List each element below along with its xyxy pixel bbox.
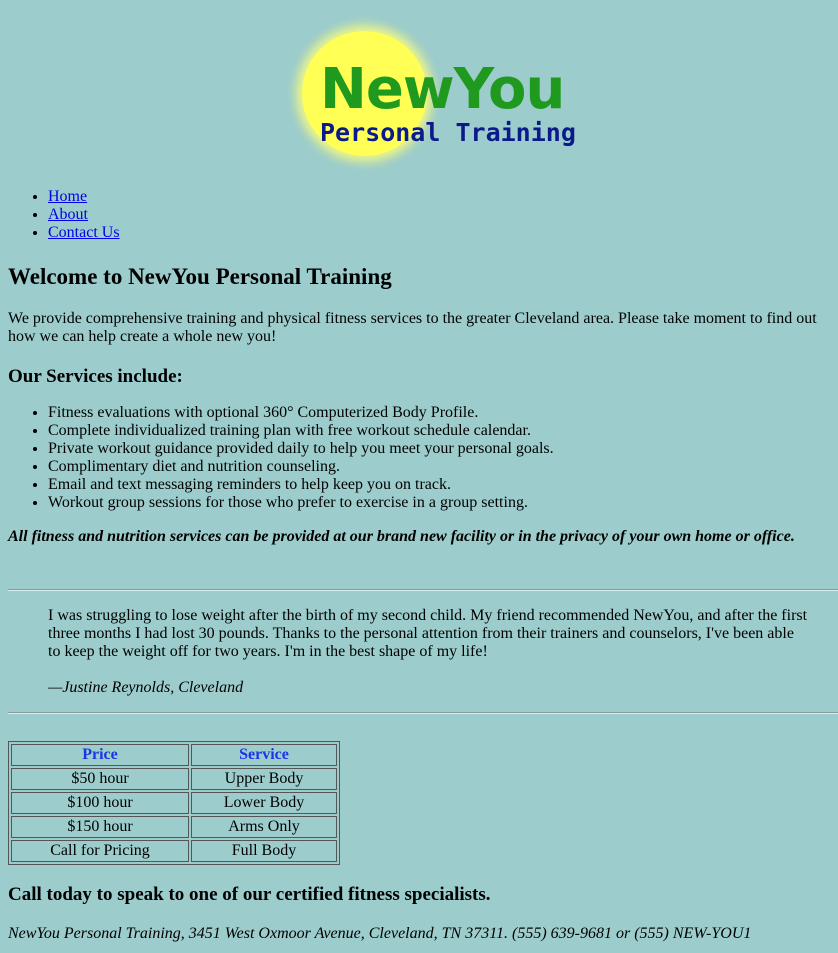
price-column-header: Price (11, 744, 189, 766)
table-row: Call for Pricing Full Body (11, 840, 337, 862)
logo-name: NewYou (320, 57, 565, 122)
table-header-row: Price Service (11, 744, 337, 766)
nav-item-home: Home (48, 188, 120, 206)
service-cell: Lower Body (191, 792, 337, 814)
testimonial-quote: I was struggling to lose weight after th… (48, 607, 808, 660)
logo-subtitle: Personal Training (320, 118, 576, 147)
nav-link-about[interactable]: About (48, 206, 88, 223)
page-title: Welcome to NewYou Personal Training (8, 264, 392, 289)
nav-link-contact[interactable]: Contact Us (48, 224, 120, 241)
service-cell: Upper Body (191, 768, 337, 790)
footer-address: NewYou Personal Training, 3451 West Oxmo… (8, 925, 752, 942)
call-to-action: Call today to speak to one of our certif… (8, 884, 491, 905)
divider-top (8, 589, 838, 591)
table-row: $150 hour Arms Only (11, 816, 337, 838)
service-item: Email and text messaging reminders to he… (48, 476, 554, 494)
service-item: Private workout guidance provided daily … (48, 440, 554, 458)
nav-item-contact: Contact Us (48, 224, 120, 242)
logo: NewYou Personal Training (0, 0, 838, 172)
price-cell: $50 hour (11, 768, 189, 790)
service-cell: Full Body (191, 840, 337, 862)
price-cell: Call for Pricing (11, 840, 189, 862)
services-list: Fitness evaluations with optional 360° C… (8, 404, 554, 512)
main-nav: Home About Contact Us (8, 188, 120, 242)
services-heading: Our Services include: (8, 366, 183, 387)
service-item: Workout group sessions for those who pre… (48, 494, 554, 512)
price-cell: $150 hour (11, 816, 189, 838)
nav-item-about: About (48, 206, 120, 224)
service-cell: Arms Only (191, 816, 337, 838)
pricing-table: Price Service $50 hour Upper Body $100 h… (8, 741, 340, 865)
price-cell: $100 hour (11, 792, 189, 814)
service-column-header: Service (191, 744, 337, 766)
table-row: $50 hour Upper Body (11, 768, 337, 790)
service-item: Fitness evaluations with optional 360° C… (48, 404, 554, 422)
testimonial-author: —Justine Reynolds, Cleveland (48, 679, 244, 696)
service-item: Complete individualized training plan wi… (48, 422, 554, 440)
intro-paragraph: We provide comprehensive training and ph… (8, 310, 817, 345)
nav-link-home[interactable]: Home (48, 188, 87, 205)
divider-bottom (8, 712, 838, 714)
table-row: $100 hour Lower Body (11, 792, 337, 814)
services-note: All fitness and nutrition services can b… (8, 528, 795, 545)
service-item: Complimentary diet and nutrition counsel… (48, 458, 554, 476)
